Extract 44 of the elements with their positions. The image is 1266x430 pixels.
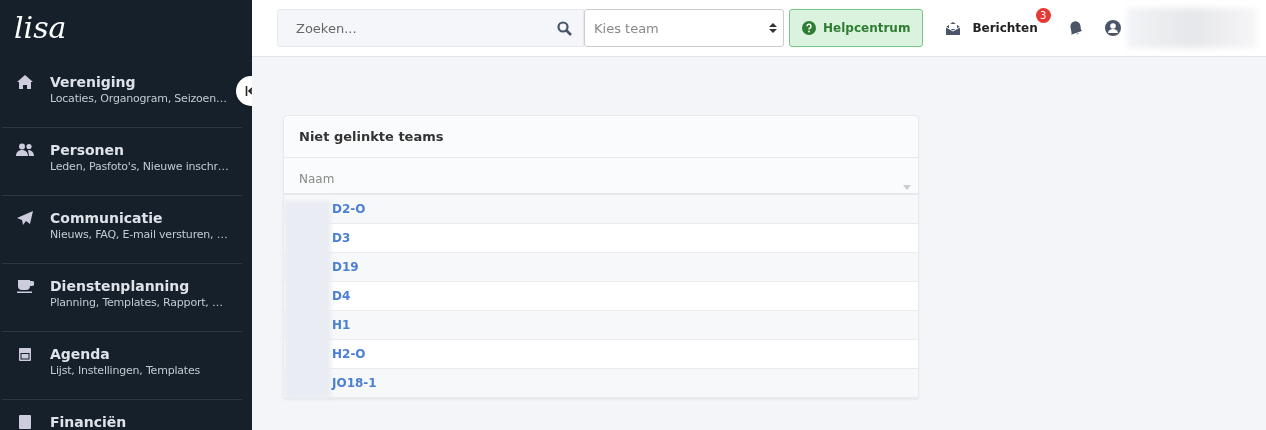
team-select[interactable]: Kies team: [584, 9, 784, 47]
sidebar-item[interactable]: Personen Leden, Pasfoto's, Nieuwe inschr…: [2, 128, 242, 196]
team-link[interactable]: D2-O: [332, 202, 366, 216]
envelope-icon: [945, 20, 962, 36]
team-link[interactable]: H1: [332, 318, 351, 332]
sidebar-item-title: Personen: [50, 141, 126, 160]
team-link[interactable]: H2-O: [332, 347, 366, 361]
cup-icon: [16, 278, 34, 294]
paper-plane-icon: [16, 210, 34, 226]
sidebar-item[interactable]: Financiën: [2, 400, 242, 430]
column-header[interactable]: Naam: [299, 172, 335, 186]
question-icon: [802, 21, 816, 35]
sidebar-item-subtitle: Lijst, Instellingen, Templates: [50, 364, 201, 378]
logo: lisa: [13, 9, 67, 47]
team-select-placeholder: Kies team: [594, 20, 659, 36]
sidebar-item-title: Vereniging: [50, 73, 137, 92]
sidebar-item-subtitle: Leden, Pasfoto's, Nieuwe inschr…: [50, 160, 229, 174]
search-icon: [557, 21, 572, 36]
sidebar-item-title: Communicatie: [50, 209, 164, 228]
team-link[interactable]: D4: [332, 289, 351, 303]
people-icon: [16, 142, 34, 158]
sidebar-item-subtitle: Nieuws, FAQ, E-mail versturen, …: [50, 228, 228, 242]
home-icon: [16, 74, 34, 90]
user-icon[interactable]: [1104, 20, 1121, 36]
card-title: Niet gelinkte teams: [284, 116, 918, 158]
sort-caret-icon: [769, 22, 777, 34]
sidebar-item-subtitle: Planning, Templates, Rapport, …: [50, 296, 223, 310]
sidebar-item[interactable]: Agenda Lijst, Instellingen, Templates: [2, 332, 242, 400]
sidebar-item[interactable]: Communicatie Nieuws, FAQ, E-mail versturen, …: [2, 196, 242, 264]
notification-count: 3: [1035, 8, 1051, 23]
messages-button[interactable]: Berichten: [941, 16, 1038, 40]
sidebar-item[interactable]: Vereniging Locaties, Organogram, Seizoen…: [2, 60, 242, 128]
calculator-icon: [16, 414, 34, 430]
sidebar-item-title: Dienstenplanning: [50, 277, 191, 296]
help-center-button[interactable]: Helpcentrum: [789, 9, 924, 47]
sidebar-item[interactable]: Dienstenplanning Planning, Templates, Rapport, …: [2, 264, 242, 332]
team-link[interactable]: D3: [332, 231, 351, 245]
team-link[interactable]: JO18-1: [332, 376, 377, 390]
sidebar-item-title: Agenda: [50, 345, 111, 364]
sidebar-item-title: Financiën: [50, 413, 127, 430]
search-field[interactable]: Zoeken...: [277, 9, 584, 47]
team-link[interactable]: D19: [332, 260, 359, 274]
calendar-icon: [16, 346, 34, 362]
sidebar-item-subtitle: Locaties, Organogram, Seizoen…: [50, 92, 227, 106]
